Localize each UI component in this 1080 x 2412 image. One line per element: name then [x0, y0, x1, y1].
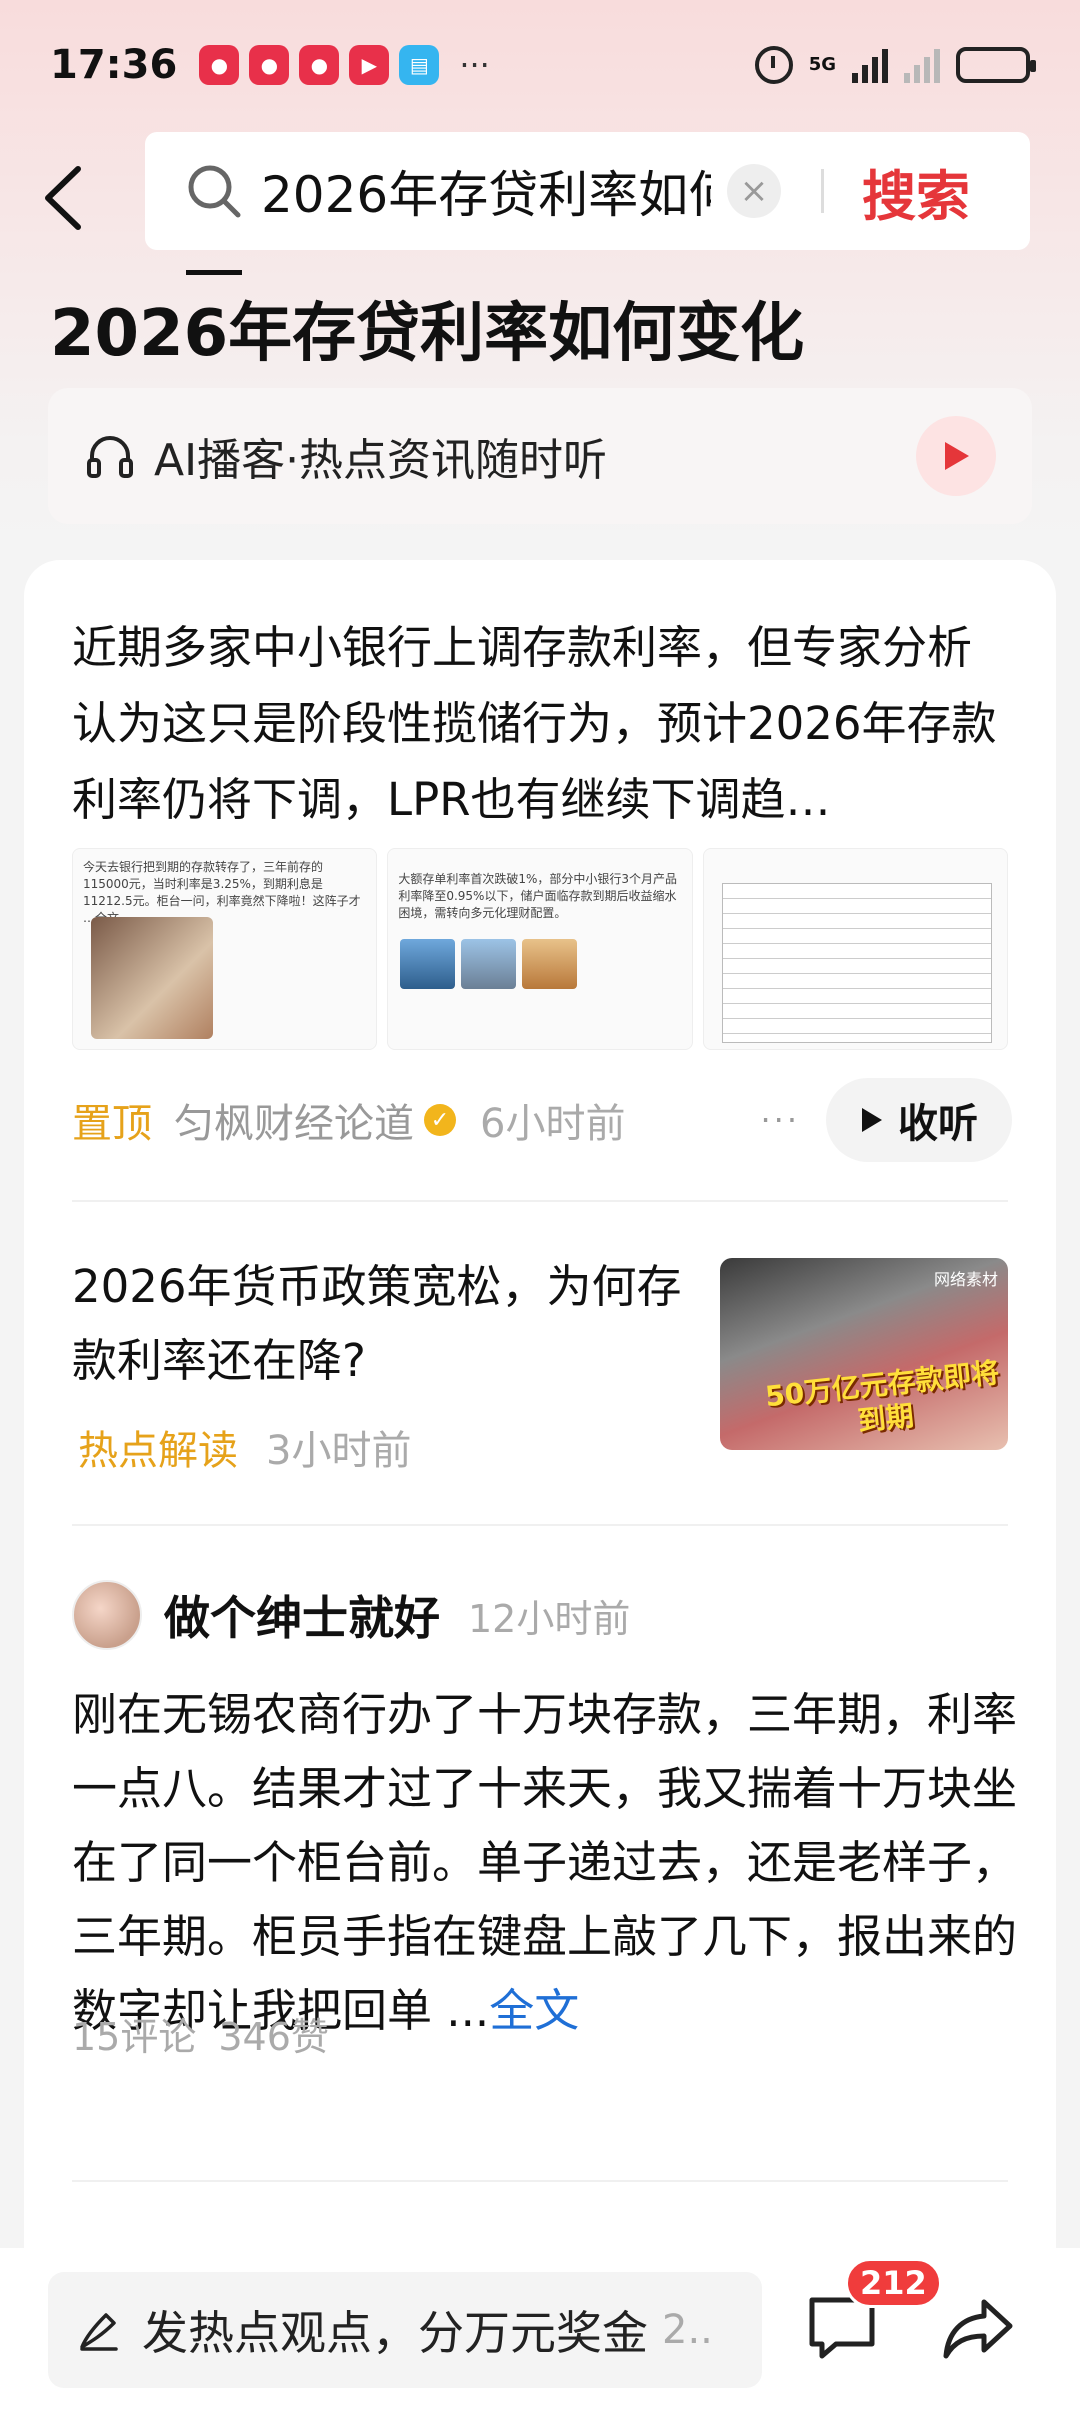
- bank-counter-photo: [91, 917, 213, 1039]
- notification-icons: ● ● ● ▶ ▤ ···: [199, 45, 490, 85]
- post-time: 12小时前: [468, 1596, 631, 1641]
- feature-thumbnails[interactable]: 今天去银行把到期的存款转存了，三年前存的115000元，当时利率是3.25%，到…: [72, 848, 1008, 1050]
- share-icon[interactable]: [938, 2288, 1018, 2368]
- search-input[interactable]: 2026年存贷利率如何变化: [261, 155, 711, 227]
- post-header: 做个绅士就好 12小时前: [72, 1580, 630, 1650]
- reader-app-icon: ▤: [399, 45, 440, 85]
- news-meta: 热点解读 3小时前: [78, 1418, 411, 1476]
- comment-count-badge: 212: [845, 2258, 942, 2308]
- app-notification-icon: ●: [299, 45, 340, 85]
- listen-button[interactable]: 收听: [826, 1078, 1012, 1162]
- thumbnail-2[interactable]: 大额存单利率首次跌破1%，部分中小银行3个月产品利率降至0.95%以下，储户面临…: [387, 848, 693, 1050]
- ai-podcast-bar[interactable]: AI播客·热点资讯随时听: [48, 388, 1032, 524]
- status-time: 17:36: [50, 42, 178, 88]
- signal-icon-secondary: [904, 47, 940, 83]
- ai-podcast-play-button[interactable]: [916, 416, 996, 496]
- page-title: 2026年存贷利率如何变化: [50, 297, 805, 371]
- like-count[interactable]: 346赞: [218, 2006, 329, 2061]
- verified-badge-icon: ✓: [424, 1104, 456, 1136]
- signal-icon: [852, 47, 888, 83]
- play-icon: [862, 1108, 882, 1132]
- listen-label: 收听: [898, 1101, 978, 1147]
- thumbnail-3[interactable]: [702, 848, 1008, 1050]
- back-arrow-icon: [45, 166, 81, 230]
- clear-search-icon[interactable]: ×: [727, 164, 781, 218]
- app-notification-icon: ●: [249, 45, 290, 85]
- news-title[interactable]: 2026年货币政策宽松，为何存款利率还在降?: [72, 1250, 692, 1398]
- comment-placeholder: 发热点观点，分万元奖金: [142, 2306, 648, 2360]
- comment-input[interactable]: 发热点观点，分万元奖金 2..: [48, 2272, 762, 2388]
- news-time: 3小时前: [266, 1428, 412, 1474]
- rate-table-image: [721, 883, 992, 1043]
- feature-meta: 置顶 匀枫财经论道 ✓ 6小时前 ··· 收听: [72, 1075, 1012, 1165]
- search-box[interactable]: 2026年存贷利率如何变化 × 搜索: [145, 132, 1030, 250]
- feature-time: 6小时前: [480, 1101, 626, 1147]
- comment-extra: 2..: [662, 2307, 713, 2353]
- pen-icon: [80, 2313, 118, 2351]
- search-button[interactable]: 搜索: [862, 152, 970, 231]
- pinned-tag: 置顶: [72, 1101, 152, 1147]
- hot-topic-tag: 热点解读: [78, 1428, 238, 1474]
- thumbnail-1[interactable]: 今天去银行把到期的存款转存了，三年前存的115000元，当时利率是3.25%，到…: [72, 848, 378, 1050]
- battery-icon: [956, 47, 1036, 83]
- network-type: 5G: [808, 54, 836, 75]
- status-right: 5G: [754, 46, 1036, 84]
- post-author[interactable]: 做个绅士就好: [164, 1582, 440, 1648]
- headphone-icon: [87, 436, 133, 478]
- status-bar: 17:36 ● ● ● ▶ ▤ ··· 5G: [0, 0, 1080, 130]
- play-icon: [945, 442, 969, 470]
- more-options-button[interactable]: ···: [760, 1101, 800, 1139]
- avatar[interactable]: [72, 1580, 142, 1650]
- image-caption: 50万亿元存款即将到期: [763, 1355, 1001, 1438]
- post-body[interactable]: 刚在无锡农商行办了十万块存款，三年期，利率一点八。结果才过了十来天，我又揣着十万…: [72, 1678, 1022, 2048]
- search-divider: [821, 169, 824, 213]
- search-icon: [188, 165, 241, 218]
- divider: [72, 1200, 1008, 1202]
- post-stats: 15评论 346赞: [72, 2006, 329, 2061]
- feature-summary[interactable]: 近期多家中小银行上调存款利率，但专家分析认为这只是阶段性揽储行为，预计2026年…: [72, 610, 1012, 838]
- title-tab-indicator: [186, 270, 242, 275]
- divider: [72, 2180, 1008, 2182]
- news-thumbnail[interactable]: 网络素材 50万亿元存款即将到期: [720, 1258, 1008, 1450]
- source-name[interactable]: 匀枫财经论道: [174, 1091, 414, 1149]
- alarm-icon: [754, 46, 793, 84]
- image-watermark: 网络素材: [933, 1270, 998, 1289]
- search-row: 2026年存贷利率如何变化 × 搜索: [0, 130, 1080, 260]
- ai-podcast-label: AI播客·热点资讯随时听: [154, 435, 608, 486]
- more-notifications-icon: ···: [459, 46, 490, 84]
- comment-count[interactable]: 15评论: [72, 2006, 196, 2061]
- divider: [72, 1524, 1008, 1526]
- video-app-icon: ▶: [349, 45, 390, 85]
- read-full-link[interactable]: 全文: [489, 1984, 579, 2037]
- thumbnail-2-text: 大额存单利率首次跌破1%，部分中小银行3个月产品利率降至0.95%以下，储户面临…: [398, 872, 678, 920]
- results-card: 近期多家中小银行上调存款利率，但专家分析认为这只是阶段性揽储行为，预计2026年…: [24, 560, 1080, 2340]
- back-button[interactable]: [40, 158, 100, 238]
- thumbnail-2-photos: [400, 939, 578, 989]
- app-notification-icon: ●: [199, 45, 240, 85]
- bottom-bar: 发热点观点，分万元奖金 2.. 212: [0, 2248, 1080, 2412]
